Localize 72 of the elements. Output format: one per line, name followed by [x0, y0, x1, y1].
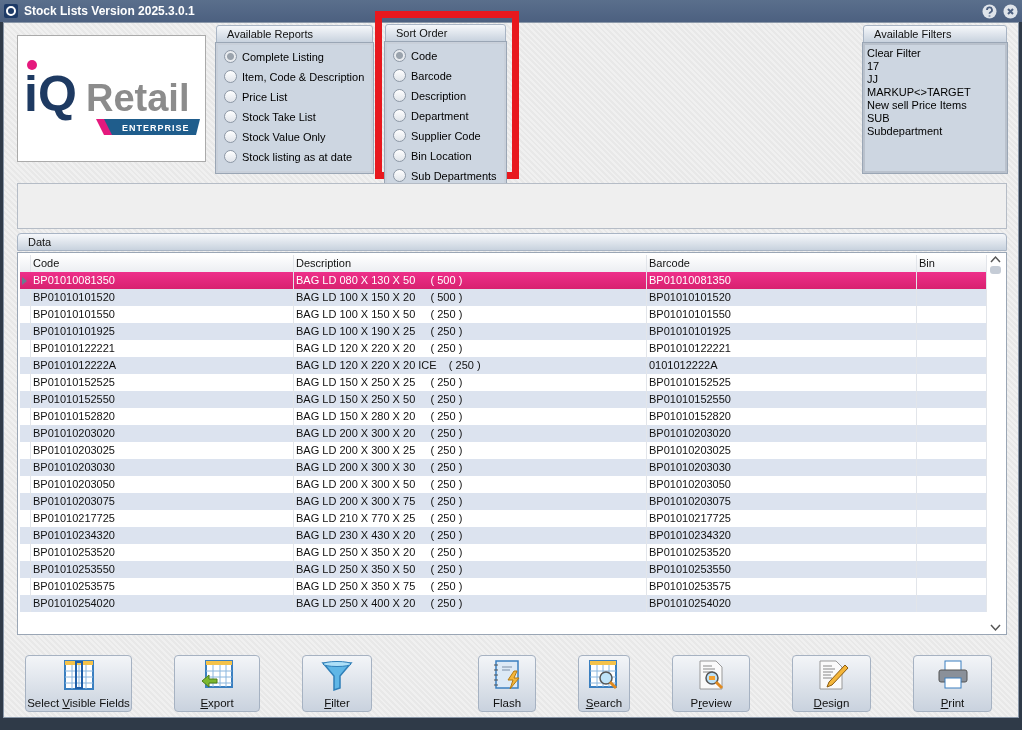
- filter-item[interactable]: Subdepartment: [867, 125, 1003, 138]
- filter-item[interactable]: Clear Filter: [867, 47, 1003, 60]
- table-row[interactable]: BP01010101925 BAG LD 100 X 190 X 25 ( 250 ) BP01010101925: [20, 323, 987, 340]
- table-row[interactable]: BP0101012222A BAG LD 120 X 220 X 20 ICE ( 250 ) 0101012222A: [20, 357, 987, 374]
- radio-label: Description: [411, 89, 467, 102]
- radio-button[interactable]: [393, 69, 406, 82]
- toolbar-button[interactable]: Select Visible Fields: [25, 655, 132, 712]
- radio-button[interactable]: [224, 110, 237, 123]
- radio-label: Supplier Code: [411, 129, 481, 142]
- app-icon: [4, 4, 18, 18]
- radio-button[interactable]: [393, 129, 406, 142]
- radio-label: Complete Listing: [242, 50, 324, 63]
- filter-item[interactable]: JJ: [867, 73, 1003, 86]
- window-title: Stock Lists Version 2025.3.0.1: [24, 4, 196, 18]
- company-logo: iQ Retail ENTERPRISE: [23, 58, 200, 139]
- radio-label: Department: [411, 109, 469, 122]
- scroll-up-icon[interactable]: [990, 255, 1001, 263]
- radio-button[interactable]: [224, 90, 237, 103]
- close-icon[interactable]: [1003, 3, 1018, 19]
- radio-label: Item, Code & Description: [242, 70, 365, 83]
- funnel-icon: [320, 659, 354, 691]
- filter-item[interactable]: New sell Price Items: [867, 99, 1003, 112]
- grid-icon: [61, 659, 96, 691]
- radio-label: Code: [411, 49, 438, 62]
- group-header: Sort Order: [385, 24, 506, 42]
- radio-button[interactable]: [393, 49, 406, 62]
- table-cell: BP01010254020: [647, 595, 917, 612]
- radio-label: Stock listing as at date: [242, 150, 353, 163]
- table-cell: BAG LD 250 X 400 X 20 ( 250 ): [294, 595, 647, 612]
- radio-button[interactable]: [393, 109, 406, 122]
- radio-label: Stock Take List: [242, 110, 316, 123]
- help-icon[interactable]: [982, 3, 997, 19]
- toolbar-button[interactable]: Preview: [672, 655, 750, 712]
- toolbar-button[interactable]: Filter: [302, 655, 372, 712]
- table-row[interactable]: BP01010254020 BAG LD 250 X 400 X 20 ( 250 ) BP01010254020: [20, 595, 987, 612]
- filter-item[interactable]: SUB: [867, 112, 1003, 125]
- table-cell: BP01010254020: [31, 595, 294, 612]
- table-row[interactable]: BP01010101520 BAG LD 100 X 150 X 20 ( 500 ) BP01010101520: [20, 289, 987, 306]
- radio-label: Barcode: [411, 69, 452, 82]
- radio-label: Price List: [242, 90, 288, 103]
- printer-icon: [935, 659, 970, 691]
- group-header: Data: [17, 233, 1007, 251]
- radio-button[interactable]: [224, 70, 237, 83]
- filter-item[interactable]: 17: [867, 60, 1003, 73]
- radio-button[interactable]: [224, 130, 237, 143]
- toolbar-button[interactable]: Export: [174, 655, 260, 712]
- filter-item[interactable]: MARKUP<>TARGET: [867, 86, 1003, 99]
- table-row[interactable]: BP01010203020 BAG LD 200 X 300 X 20 ( 250 ) BP01010203020: [20, 425, 987, 442]
- radio-button[interactable]: [393, 169, 406, 182]
- radio-button[interactable]: [224, 50, 237, 63]
- toolbar-button[interactable]: Flash: [478, 655, 536, 712]
- group-header: Available Reports: [216, 25, 373, 43]
- radio-button[interactable]: [224, 150, 237, 163]
- radio-button[interactable]: [393, 89, 406, 102]
- table-row[interactable]: BP01010253550 BAG LD 250 X 350 X 50 ( 250 ) BP01010253550: [20, 561, 987, 578]
- table-row[interactable]: BP01010234320 BAG LD 230 X 430 X 20 ( 250 ) BP01010234320: [20, 527, 987, 544]
- table-row[interactable]: BP01010203030 BAG LD 200 X 300 X 30 ( 250 ) BP01010203030: [20, 459, 987, 476]
- radio-label: Sub Departments: [411, 169, 497, 182]
- radio-label: Stock Value Only: [242, 130, 326, 143]
- toolbar-button[interactable]: Design: [792, 655, 871, 712]
- table-row[interactable]: BP01010203075 BAG LD 200 X 300 X 75 ( 250 ) BP01010203075: [20, 493, 987, 510]
- table-export-icon: [200, 659, 234, 691]
- radio-label: Bin Location: [411, 149, 472, 162]
- table-row[interactable]: BP01010081350 BAG LD 080 X 130 X 50 ( 500 ) BP01010081350: [20, 272, 987, 289]
- radio-button[interactable]: [393, 149, 406, 162]
- toolbar-button[interactable]: Search: [578, 655, 630, 712]
- row-pointer-icon: [20, 275, 28, 286]
- scroll-thumb[interactable]: [990, 266, 1001, 274]
- scroll-down-icon[interactable]: [990, 624, 1001, 632]
- group-header: Available Filters: [863, 25, 1007, 43]
- toolbar-button[interactable]: Print: [913, 655, 992, 712]
- table-row[interactable]: BP01010152550 BAG LD 150 X 250 X 50 ( 250 ) BP01010152550: [20, 391, 987, 408]
